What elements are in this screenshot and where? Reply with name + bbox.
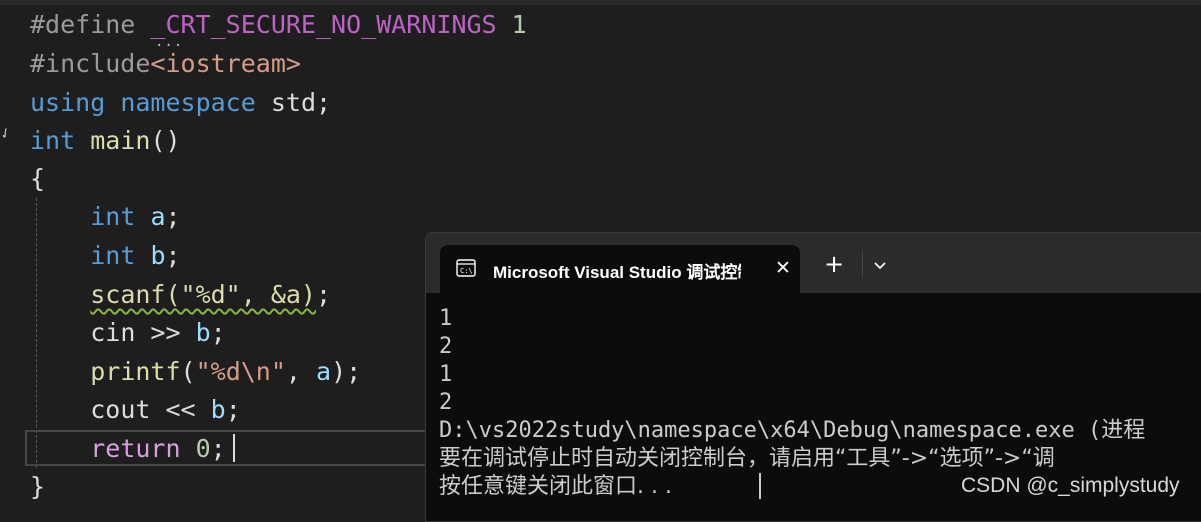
code-token: #include: [30, 49, 151, 78]
code-token: ,: [285, 357, 317, 386]
code-token: a: [316, 357, 332, 386]
code-token: using: [30, 88, 106, 117]
code-line[interactable]: scanf("%d", &a);: [30, 276, 331, 314]
code-line[interactable]: #define _CRT_SECURE_NO_WARNINGS 1: [30, 6, 527, 44]
text-caret: [233, 434, 235, 462]
code-token: namespace: [120, 88, 256, 117]
code-token: ;: [225, 395, 241, 424]
code-line[interactable]: using namespace std;: [30, 84, 331, 122]
code-line[interactable]: printf("%d\n", a);: [30, 353, 361, 391]
code-token: ;: [210, 434, 226, 463]
code-token: 0: [195, 434, 211, 463]
code-line[interactable]: int b;: [30, 237, 181, 275]
console-titlebar[interactable]: C:\ Microsoft Visual Studio 调试控制台 ✕ +: [426, 233, 1201, 293]
output-line: 要在调试停止时自动关闭控制台，请启用“工具”->“选项”->“调: [439, 446, 1055, 471]
code-token: b: [210, 395, 226, 424]
code-token: a: [150, 202, 166, 231]
watermark: CSDN @c_simplystudy: [961, 474, 1180, 497]
code-token: <iostream>: [150, 49, 301, 78]
output-line: 2: [439, 390, 453, 415]
code-token: ;: [165, 241, 181, 270]
code-line[interactable]: {: [30, 160, 45, 198]
code-token: {: [30, 164, 46, 193]
output-line: D:\vs2022study\namespace\x64\Debug\names…: [439, 418, 1146, 443]
code-token: scanf("%d", &a): [90, 280, 316, 309]
console-caret: [759, 473, 761, 499]
editor-top-border: [0, 0, 1201, 5]
close-tab-icon[interactable]: ✕: [770, 255, 796, 281]
code-token: "%d\n": [195, 357, 286, 386]
svg-text:C:\: C:\: [460, 267, 473, 275]
titlebar-divider: [862, 251, 863, 277]
output-line: 2: [439, 334, 453, 359]
code-token: ;: [316, 280, 332, 309]
code-token: 1: [496, 10, 527, 39]
chevron-down-icon[interactable]: [866, 255, 894, 277]
terminal-icon: C:\: [456, 259, 476, 277]
code-token: >>: [135, 318, 196, 347]
code-token: ;: [165, 202, 181, 231]
code-token: return: [90, 434, 181, 463]
code-line[interactable]: int a;: [30, 198, 181, 236]
output-line: 1: [439, 362, 453, 387]
code-line[interactable]: return 0;: [30, 430, 226, 468]
code-token: );: [331, 357, 362, 386]
code-token: (): [150, 126, 181, 155]
code-token: b: [195, 318, 211, 347]
output-line: 1: [439, 306, 453, 331]
code-token: printf: [90, 357, 181, 386]
code-line[interactable]: }: [30, 468, 45, 506]
code-token: std;: [255, 88, 332, 117]
code-line[interactable]: int main(): [30, 122, 181, 160]
console-tab-title: Microsoft Visual Studio 调试控制台: [493, 263, 741, 280]
code-token: b: [150, 241, 166, 270]
code-line[interactable]: #include<iostream>: [30, 45, 301, 83]
code-line[interactable]: cin >> b;: [30, 314, 226, 352]
code-token: int: [90, 202, 136, 231]
code-token: <<: [150, 395, 211, 424]
code-token: int: [30, 126, 76, 155]
code-line[interactable]: cout << b;: [30, 391, 241, 429]
console-tab[interactable]: C:\ Microsoft Visual Studio 调试控制台 ✕: [440, 245, 800, 293]
code-token: cin: [90, 318, 136, 347]
code-token: ;: [210, 318, 226, 347]
code-token: main: [90, 126, 151, 155]
code-token: cout: [90, 395, 151, 424]
code-token: }: [30, 472, 46, 501]
new-tab-button[interactable]: +: [820, 251, 848, 279]
code-token: _CRT_SECURE_NO_WARNINGS: [150, 10, 497, 39]
code-token: #define: [30, 10, 151, 39]
code-token: (: [180, 357, 196, 386]
fold-indicator-icon[interactable]: ✓: [0, 124, 15, 144]
code-token: int: [90, 241, 136, 270]
